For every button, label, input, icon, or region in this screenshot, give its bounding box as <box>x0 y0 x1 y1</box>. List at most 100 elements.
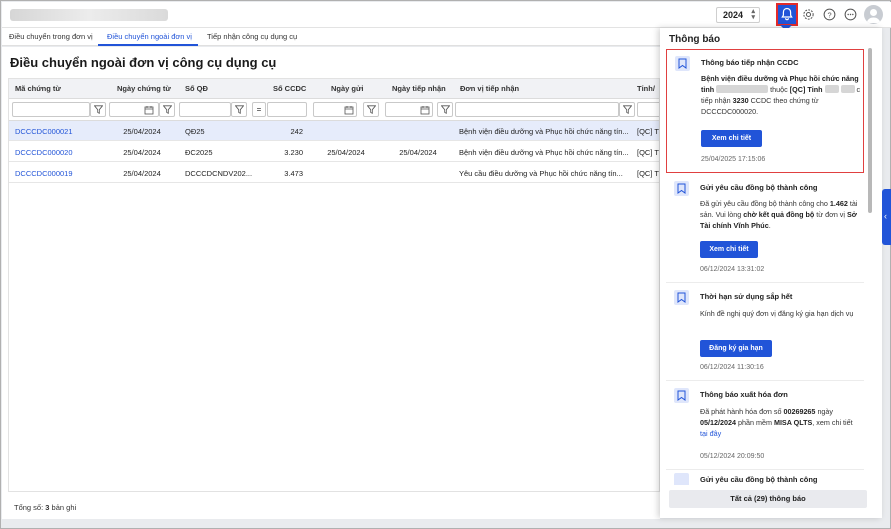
notification-panel: Thông báo Thông báo tiếp nhận CCDC Bệnh … <box>660 28 882 518</box>
view-detail-button[interactable]: Xem chi tiết <box>701 130 762 147</box>
blurred-text <box>840 85 855 93</box>
filter-decision-input[interactable] <box>179 102 231 117</box>
app-window: 2024 ▴ ▾ ? Điều chuyển trong đơn vị Điều… <box>0 0 891 529</box>
filter-date-input[interactable] <box>109 102 159 117</box>
grid-filter-row: = <box>9 99 659 121</box>
row-receiving-unit: Bệnh viện điều dưỡng và Phục hồi chức nă… <box>459 148 629 157</box>
notification-item[interactable]: Thông báo xuất hóa đơn Đã phát hành hóa … <box>666 382 864 470</box>
filter-unit-input[interactable] <box>455 102 619 117</box>
row-receiving-unit: Bệnh viện điều dưỡng và Phục hồi chức nă… <box>459 127 629 136</box>
view-detail-button[interactable]: Xem chi tiết <box>700 241 758 258</box>
top-bar: 2024 ▴ ▾ ? <box>2 2 891 28</box>
col-header-sent-date[interactable]: Ngày gửi <box>331 84 364 93</box>
notification-type-icon <box>674 473 689 485</box>
col-header-date[interactable]: Ngày chứng từ <box>117 84 171 93</box>
page-title: Điều chuyển ngoài đơn vị công cụ dụng cụ <box>10 55 277 70</box>
bookmark-icon <box>677 390 686 401</box>
notification-item[interactable]: Thông báo tiếp nhận CCDC Bệnh viện điều … <box>666 49 864 173</box>
renew-button[interactable]: Đăng ký gia hạn <box>700 340 772 357</box>
year-select[interactable]: 2024 ▴ ▾ <box>716 7 760 23</box>
filter-received-date-button[interactable] <box>437 102 453 117</box>
filter-icon <box>441 105 450 114</box>
gear-icon[interactable] <box>802 8 815 21</box>
filter-sent-date-input[interactable] <box>313 102 357 117</box>
table-row[interactable]: DCCCDC000020 25/04/2024 ĐC2025 3.230 25/… <box>9 142 659 162</box>
row-date: 25/04/2024 <box>123 169 161 178</box>
row-date: 25/04/2024 <box>123 127 161 136</box>
notification-body: Kính đề nghị quý đơn vị đăng ký gia hạn … <box>700 309 854 318</box>
row-date: 25/04/2024 <box>123 148 161 157</box>
notification-type-icon <box>675 56 690 71</box>
notification-title: Gửi yêu cầu đồng bộ thành công <box>700 475 818 484</box>
filter-date-button[interactable] <box>159 102 175 117</box>
notification-time: 05/12/2024 20:09:50 <box>700 453 765 460</box>
calendar-icon <box>144 106 154 115</box>
table-row[interactable]: DCCCDC000021 25/04/2024 QĐ25 242 Bệnh vi… <box>9 121 659 141</box>
notification-button[interactable] <box>776 3 798 26</box>
col-header-qty[interactable]: Số CCDC <box>273 84 306 93</box>
user-avatar[interactable] <box>864 5 883 24</box>
body-text: từ đơn vị <box>816 210 845 219</box>
body-text: , xem chi tiết <box>812 418 853 427</box>
row-code-link[interactable]: DCCCDC000020 <box>15 148 105 157</box>
row-qty: 242 <box>290 127 303 136</box>
side-collapse-tab[interactable]: ‹ <box>882 189 891 245</box>
filter-icon <box>94 105 103 114</box>
notification-title: Thời hạn sử dụng sắp hết <box>700 292 793 301</box>
filter-decision-button[interactable] <box>231 102 247 117</box>
filter-code-input[interactable] <box>12 102 90 117</box>
filter-sent-date-button[interactable] <box>363 102 379 117</box>
body-province: [QC] Tỉnh <box>789 85 823 94</box>
all-notifications-button[interactable]: Tất cả (29) thông báo <box>669 490 867 508</box>
filter-icon <box>163 105 172 114</box>
col-header-received-date[interactable]: Ngày tiếp nhận <box>392 84 446 93</box>
user-icon <box>866 9 881 23</box>
svg-text:?: ? <box>827 10 831 19</box>
notification-type-icon <box>674 290 689 305</box>
filter-unit-button[interactable] <box>619 102 635 117</box>
filter-province-input[interactable] <box>637 102 659 117</box>
tab-internal-transfer[interactable]: Điều chuyển trong đơn vị <box>9 32 93 41</box>
col-header-receiving-unit[interactable]: Đơn vị tiếp nhận <box>460 84 519 93</box>
calendar-icon <box>344 106 354 115</box>
notification-item[interactable]: Gửi yêu cầu đồng bộ thành công <box>666 471 864 485</box>
filter-qty-operator[interactable]: = <box>252 102 266 117</box>
row-code-link[interactable]: DCCCDC000021 <box>15 127 105 136</box>
col-header-code[interactable]: Mã chứng từ <box>15 84 61 93</box>
body-text: Đã phát hành hóa đơn số <box>700 407 782 416</box>
row-received-date: 25/04/2024 <box>399 148 437 157</box>
filter-qty-input[interactable] <box>267 102 307 117</box>
tab-external-transfer[interactable]: Điều chuyển ngoài đơn vị <box>107 32 192 41</box>
table-row[interactable]: DCCCDC000019 25/04/2024 DCCCDCNDV202... … <box>9 163 659 183</box>
body-wait: chờ kết quả đồng bộ <box>743 210 815 219</box>
col-header-decision[interactable]: Số QĐ <box>185 84 208 93</box>
notification-time: 25/04/2025 17:15:06 <box>701 156 766 163</box>
filter-code-button[interactable] <box>90 102 106 117</box>
grid-footer: Tổng số: 3 bản ghi <box>14 503 76 512</box>
filter-received-date-input[interactable] <box>385 102 433 117</box>
row-province: [QC] T <box>637 169 659 178</box>
blurred-org-name <box>10 9 168 21</box>
body-qty: 3230 <box>732 96 749 105</box>
more-icon[interactable] <box>844 8 857 21</box>
total-suffix: bản ghi <box>51 503 77 512</box>
filter-icon <box>367 105 376 114</box>
body-text: ngày <box>817 407 834 416</box>
notification-scrollbar[interactable] <box>868 48 872 213</box>
notification-item[interactable]: Thời hạn sử dụng sắp hết Kính đề nghị qu… <box>666 284 864 379</box>
row-province: [QC] T <box>637 127 659 136</box>
row-qty: 3.473 <box>284 169 303 178</box>
bookmark-icon <box>677 183 686 194</box>
row-code-link[interactable]: DCCCDC000019 <box>15 169 105 178</box>
help-icon[interactable]: ? <box>823 8 836 21</box>
col-header-province[interactable]: Tỉnh/ <box>637 84 655 93</box>
divider <box>666 469 864 470</box>
notification-title: Gửi yêu cầu đồng bộ thành công <box>700 183 818 192</box>
tab-receive-tools[interactable]: Tiếp nhận công cụ dụng cụ <box>207 32 297 41</box>
blurred-text <box>824 85 839 93</box>
transfer-grid: Mã chứng từ Ngày chứng từ Số QĐ Số CCDC … <box>8 78 660 492</box>
notification-item[interactable]: Gửi yêu cầu đồng bộ thành công Đã gửi yê… <box>666 175 864 279</box>
here-link[interactable]: tại đây <box>700 429 721 438</box>
notification-body: Đã gửi yêu cầu đồng bộ thành công cho 1.… <box>700 199 858 230</box>
notification-body: Đã phát hành hóa đơn số 00269265 ngày 05… <box>700 406 860 439</box>
